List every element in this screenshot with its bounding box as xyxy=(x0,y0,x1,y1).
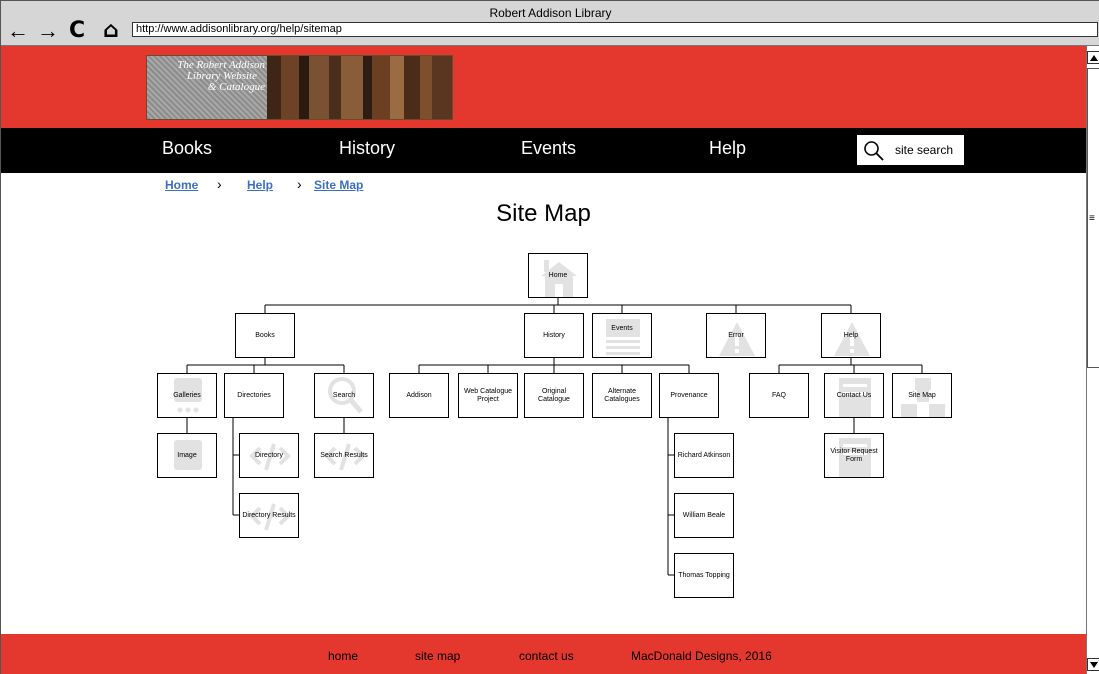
node-label: FAQ xyxy=(771,391,786,399)
sitemap-node-events[interactable]: Events xyxy=(592,313,652,358)
node-label: Original Catalogue xyxy=(538,387,570,403)
node-label: Help xyxy=(843,331,859,339)
footer-link-home[interactable]: home xyxy=(328,649,358,663)
footer-link-contact-us[interactable]: contact us xyxy=(519,649,574,663)
sitemap-node-image[interactable]: Image xyxy=(157,433,217,478)
node-label: Books xyxy=(255,331,275,339)
sitemap-node-visitor-request-form[interactable]: Visitor Request Form xyxy=(824,433,884,478)
sitemap-node-faq[interactable]: FAQ xyxy=(749,373,809,418)
sitemap-node-contact-us[interactable]: Contact Us xyxy=(824,373,884,418)
scroll-thumb[interactable]: ≡ xyxy=(1087,68,1099,368)
node-label: Web Catalogue Project xyxy=(463,387,513,403)
sitemap-node-books[interactable]: Books xyxy=(235,313,295,358)
sitemap-node-error[interactable]: Error xyxy=(706,313,766,358)
node-label: Thomas Topping xyxy=(678,571,730,579)
node-label: Home xyxy=(548,271,568,279)
node-label: Search xyxy=(332,391,356,399)
site-footer: home site map contact us MacDonald Desig… xyxy=(1,634,1086,674)
sitemap-node-help[interactable]: Help xyxy=(821,313,881,358)
sitemap-node-alternate-catalogues[interactable]: Alternate Catalogues xyxy=(592,373,652,418)
node-label: Error xyxy=(728,331,744,339)
sitemap-node-provenance[interactable]: Provenance xyxy=(659,373,719,418)
scroll-down-arrow-icon[interactable] xyxy=(1087,658,1099,671)
node-label: Image xyxy=(177,451,197,459)
node-label: History xyxy=(543,331,565,339)
node-label: William Beale xyxy=(682,511,726,519)
node-label: Contact Us xyxy=(836,391,872,399)
node-label: Site Map xyxy=(908,391,936,399)
scroll-up-arrow-icon[interactable] xyxy=(1087,51,1099,64)
sitemap-node-directories[interactable]: Directories xyxy=(224,373,284,418)
node-label: Richard Atkinson xyxy=(677,451,731,459)
node-label: Provenance xyxy=(670,391,708,399)
node-label: Galleries xyxy=(173,391,201,399)
node-label: Directories xyxy=(237,391,271,399)
sitemap-node-search-results[interactable]: Search Results xyxy=(314,433,374,478)
node-label: Directory xyxy=(254,451,283,459)
sitemap-node-home[interactable]: Home xyxy=(528,253,588,298)
sitemap-node-directory-results[interactable]: Directory Results xyxy=(239,493,299,538)
sitemap-node-site-map[interactable]: Site Map xyxy=(892,373,952,418)
sitemap-node-addison[interactable]: Addison xyxy=(389,373,449,418)
node-label: Search Results xyxy=(320,451,368,459)
sitemap-node-william-beale[interactable]: William Beale xyxy=(674,493,734,538)
vertical-scrollbar[interactable]: ≡ xyxy=(1086,46,1099,674)
sitemap-node-thomas-topping[interactable]: Thomas Topping xyxy=(674,553,734,598)
node-label: Alternate Catalogues xyxy=(604,387,640,403)
sitemap-node-galleries[interactable]: Galleries xyxy=(157,373,217,418)
sitemap-node-web-catalogue-project[interactable]: Web Catalogue Project xyxy=(458,373,518,418)
node-label: Addison xyxy=(406,391,432,399)
footer-credit: MacDonald Designs, 2016 xyxy=(631,649,772,663)
sitemap-node-richard-atkinson[interactable]: Richard Atkinson xyxy=(674,433,734,478)
video-page-icon xyxy=(606,319,640,355)
node-label: Directory Results xyxy=(242,511,296,519)
sitemap-node-directory[interactable]: Directory xyxy=(239,433,299,478)
scroll-grip-icon: ≡ xyxy=(1089,213,1095,224)
browser-window: Robert Addison Library ← → C ⌂ http://ww… xyxy=(0,0,1099,674)
node-label: Events xyxy=(611,324,633,332)
node-label: Visitor Request Form xyxy=(830,447,878,463)
footer-link-site-map[interactable]: site map xyxy=(415,649,460,663)
sitemap-node-search[interactable]: Search xyxy=(314,373,374,418)
sitemap-node-history[interactable]: History xyxy=(524,313,584,358)
sitemap-node-original-catalogue[interactable]: Original Catalogue xyxy=(524,373,584,418)
